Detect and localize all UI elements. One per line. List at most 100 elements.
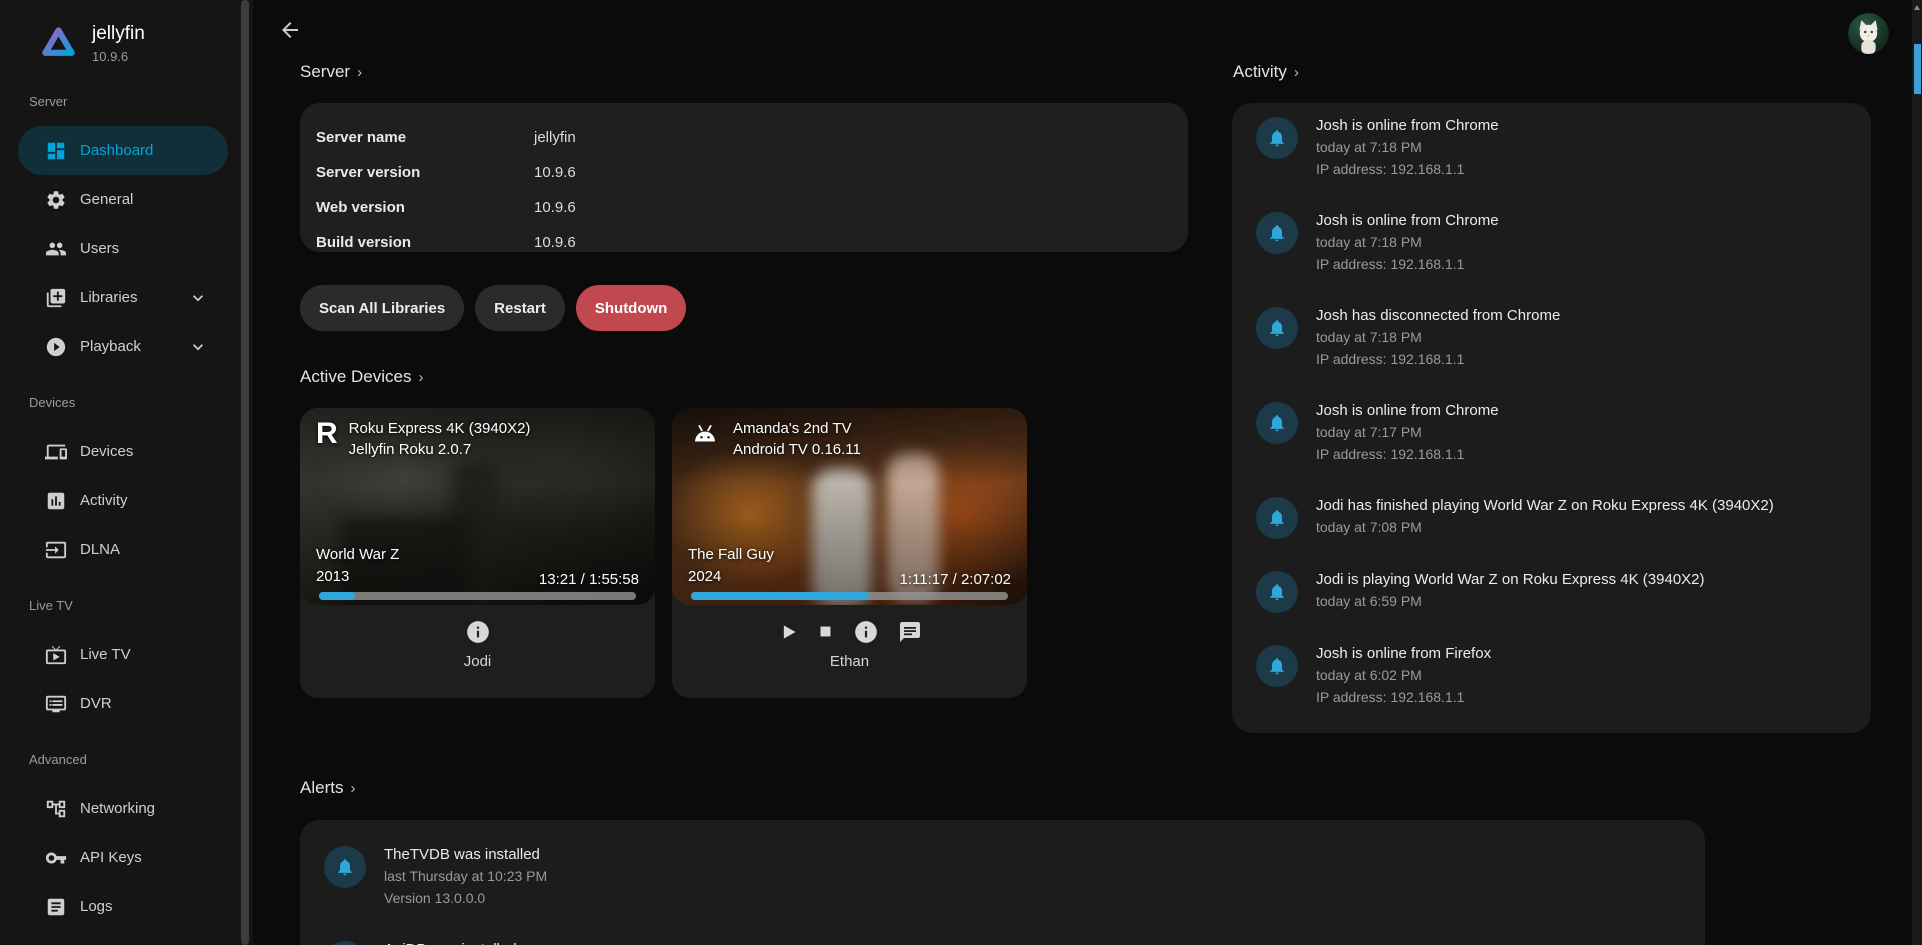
session-user-name: Ethan	[830, 653, 869, 670]
active-devices-row: R Roku Express 4K (3940X2) Jellyfin Roku…	[300, 408, 1027, 698]
play-button[interactable]	[778, 622, 798, 642]
media-year: 2024	[688, 566, 774, 588]
activity-log-item: Josh has disconnected from Chrome today …	[1256, 305, 1847, 370]
app-logo-row: jellyfin 10.9.6	[0, 0, 253, 70]
scroll-up-icon[interactable]	[1914, 5, 1920, 10]
build-version-label: Build version	[316, 234, 534, 251]
server-section-heading[interactable]: Server ›	[300, 62, 362, 82]
feed-item-time: last Thursday at 10:23 PM	[384, 865, 547, 887]
activity-heading[interactable]: Activity ›	[1233, 62, 1299, 82]
active-devices-heading[interactable]: Active Devices ›	[300, 367, 423, 387]
playback-progress-bar	[691, 592, 1008, 600]
playback-progress-bar	[319, 592, 636, 600]
device-card-android-tv[interactable]: Amanda's 2nd TV Android TV 0.16.11 The F…	[672, 408, 1027, 698]
back-button[interactable]	[276, 16, 304, 44]
feed-item-detail: IP address: 192.168.1.1	[1316, 158, 1499, 180]
sidebar-item-networking[interactable]: Networking	[18, 784, 228, 833]
media-year: 2013	[316, 566, 399, 588]
user-avatar[interactable]	[1848, 13, 1889, 54]
page-scrollbar-thumb[interactable]	[1914, 44, 1921, 94]
notification-avatar	[1256, 497, 1298, 539]
sidebar-scrollbar[interactable]	[241, 0, 249, 945]
sidebar-item-users[interactable]: Users	[18, 224, 228, 273]
device-header: Amanda's 2nd TV Android TV 0.16.11	[688, 418, 861, 460]
key-icon	[44, 846, 68, 870]
notification-avatar	[1256, 212, 1298, 254]
sidebar-item-libraries[interactable]: Libraries	[18, 273, 228, 322]
input-icon	[44, 538, 68, 562]
chevron-right-icon: ›	[350, 780, 355, 797]
shutdown-button[interactable]: Shutdown	[576, 285, 686, 331]
feed-item-detail: IP address: 192.168.1.1	[1316, 443, 1499, 465]
feed-item-title: Jodi has finished playing World War Z on…	[1316, 495, 1774, 516]
sidebar-item-live-tv[interactable]: Live TV	[18, 630, 228, 679]
notification-avatar	[1256, 645, 1298, 687]
info-button[interactable]	[853, 619, 879, 645]
info-button[interactable]	[465, 619, 491, 645]
chevron-right-icon: ›	[1294, 64, 1299, 81]
feed-item-time: today at 7:08 PM	[1316, 516, 1774, 538]
now-playing-backdrop: R Roku Express 4K (3940X2) Jellyfin Roku…	[300, 408, 655, 605]
server-name-label: Server name	[316, 129, 534, 146]
scan-all-libraries-button[interactable]: Scan All Libraries	[300, 285, 464, 331]
device-card-roku[interactable]: R Roku Express 4K (3940X2) Jellyfin Roku…	[300, 408, 655, 698]
feed-item-title: Josh is online from Chrome	[1316, 400, 1499, 421]
device-name: Amanda's 2nd TV	[733, 418, 861, 439]
feed-item-title: Jodi is playing World War Z on Roku Expr…	[1316, 569, 1705, 590]
feed-item-detail: Version 13.0.0.0	[384, 887, 547, 909]
playback-time: 1:11:17 / 2:07:02	[900, 571, 1011, 588]
sidebar-item-logs[interactable]: Logs	[18, 882, 228, 931]
activity-log-item: Josh is online from Chrome today at 7:18…	[1256, 115, 1847, 180]
message-button[interactable]	[898, 620, 922, 644]
web-version-row: Web version 10.9.6	[316, 190, 1172, 225]
notification-avatar	[324, 846, 366, 888]
sidebar-item-devices[interactable]: Devices	[18, 427, 228, 476]
sidebar-item-dvr[interactable]: DVR	[18, 679, 228, 728]
session-user-name: Jodi	[464, 653, 492, 670]
activity-log-item: Jodi is playing World War Z on Roku Expr…	[1256, 569, 1847, 613]
chevron-right-icon: ›	[418, 369, 423, 386]
page-scrollbar[interactable]	[1912, 0, 1922, 945]
sidebar-item-general[interactable]: General	[18, 175, 228, 224]
build-version-value: 10.9.6	[534, 234, 576, 251]
alert-item: TheTVDB was installed last Thursday at 1…	[324, 844, 1681, 909]
bell-icon	[1267, 656, 1287, 676]
bell-icon	[1267, 582, 1287, 602]
chevron-down-icon[interactable]	[188, 337, 208, 357]
sidebar-item-activity[interactable]: Activity	[18, 476, 228, 525]
settings-gear-icon	[44, 188, 68, 212]
bell-icon	[1267, 508, 1287, 528]
chevron-down-icon[interactable]	[188, 288, 208, 308]
sidebar-item-api-keys[interactable]: API Keys	[18, 833, 228, 882]
server-version-label: Server version	[316, 164, 534, 181]
client-version: Jellyfin Roku 2.0.7	[349, 439, 531, 460]
restart-button[interactable]: Restart	[475, 285, 565, 331]
section-label-devices: Devices	[0, 393, 253, 413]
feed-item-time: today at 7:18 PM	[1316, 326, 1560, 348]
device-name: Roku Express 4K (3940X2)	[349, 418, 531, 439]
build-version-row: Build version 10.9.6	[316, 225, 1172, 260]
activity-log-item: Josh is online from Chrome today at 7:17…	[1256, 400, 1847, 465]
alert-item: AniDB was installed	[324, 939, 1681, 945]
stop-button[interactable]	[817, 623, 834, 640]
chevron-right-icon: ›	[357, 64, 362, 81]
app-name: jellyfin	[92, 23, 145, 45]
jellyfin-logo-icon	[40, 22, 77, 62]
logs-icon	[44, 895, 68, 919]
library-add-icon	[44, 286, 68, 310]
activity-log-item: Jodi has finished playing World War Z on…	[1256, 495, 1847, 539]
sidebar-item-playback[interactable]: Playback	[18, 322, 228, 371]
section-label-advanced: Advanced	[0, 750, 253, 770]
feed-item-time: today at 6:02 PM	[1316, 664, 1491, 686]
feed-item-time: today at 7:18 PM	[1316, 231, 1499, 253]
alerts-heading[interactable]: Alerts ›	[300, 778, 355, 798]
sidebar-item-dlna[interactable]: DLNA	[18, 525, 228, 574]
dvr-icon	[44, 692, 68, 716]
sidebar-nav: Server Dashboard General Users Libraries…	[0, 92, 253, 931]
server-name-row: Server name jellyfin	[316, 120, 1172, 155]
feed-item-title: Josh has disconnected from Chrome	[1316, 305, 1560, 326]
sidebar-item-dashboard[interactable]: Dashboard	[18, 126, 228, 175]
feed-item-time: today at 6:59 PM	[1316, 590, 1705, 612]
bell-icon	[335, 857, 355, 877]
now-playing-backdrop: Amanda's 2nd TV Android TV 0.16.11 The F…	[672, 408, 1027, 605]
